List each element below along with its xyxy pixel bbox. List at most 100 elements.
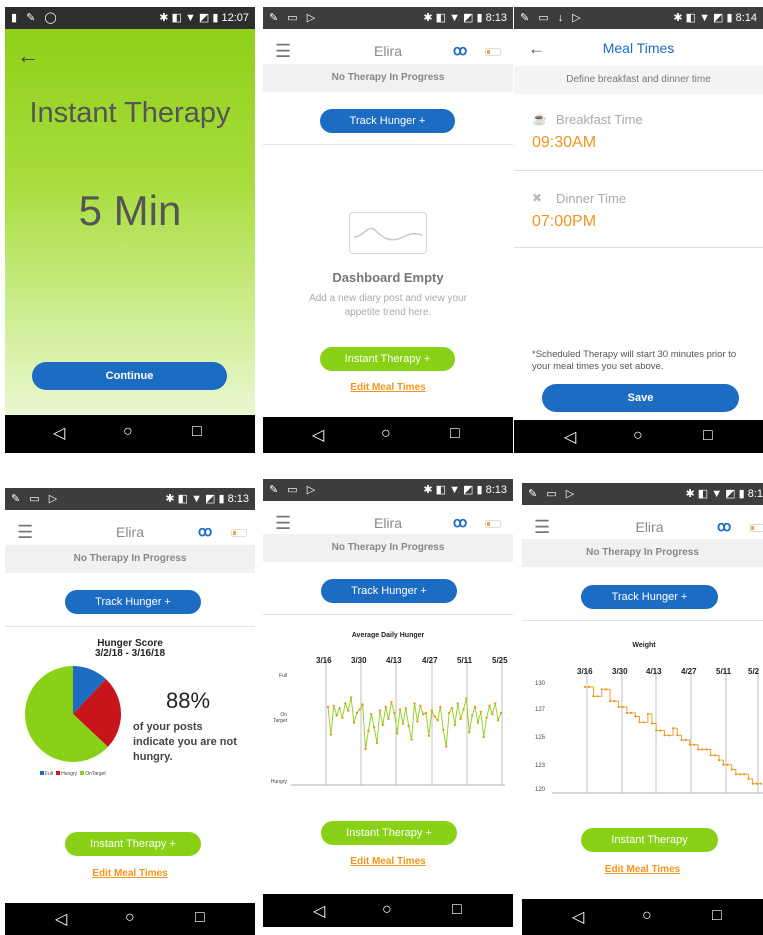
status-time: 8:13 — [227, 493, 249, 505]
device-battery-icon[interactable] — [485, 520, 501, 528]
link-icon[interactable]: ꝏ — [717, 518, 731, 535]
hunger-data-point — [476, 721, 480, 724]
track-hunger-button[interactable]: Track Hunger + — [321, 579, 457, 603]
nav-home-icon[interactable]: ○ — [381, 425, 391, 443]
legend-swatch — [40, 771, 44, 775]
hunger-data-point — [427, 734, 431, 737]
dinner-label: Dinner Time — [556, 191, 627, 206]
x-tick-label: 5/11 — [716, 667, 732, 676]
track-hunger-button[interactable]: Track Hunger + — [320, 109, 455, 133]
nav-recents-icon[interactable]: □ — [195, 909, 205, 927]
instant-therapy-button[interactable]: Instant Therapy + — [65, 832, 201, 856]
hunger-data-point — [407, 725, 410, 728]
nav-recents-icon[interactable]: □ — [703, 427, 713, 445]
nav-recents-icon[interactable]: □ — [712, 907, 722, 925]
instant-therapy-button[interactable]: Instant Therapy + — [321, 821, 457, 845]
app-title: Elira — [373, 515, 402, 531]
weight-data-point — [638, 721, 641, 724]
save-button[interactable]: Save — [542, 384, 739, 412]
nav-back-icon[interactable]: ◁ — [313, 901, 325, 921]
hunger-percent: 88% — [165, 688, 211, 713]
y-tick-label: Full — [279, 673, 287, 679]
hunger-data-point — [462, 708, 465, 711]
back-arrow-icon[interactable]: ← — [17, 43, 39, 69]
nav-home-icon[interactable]: ○ — [125, 909, 135, 927]
hunger-data-point — [364, 747, 367, 751]
status-bar: ✎ ▭ ↓ ▷ ✱ ◧ ▼ ◩ ▮ 8:14 — [514, 7, 763, 29]
hunger-data-point — [416, 720, 419, 723]
nav-home-icon[interactable]: ○ — [642, 907, 652, 925]
link-icon[interactable]: ꝏ — [453, 514, 467, 531]
hunger-data-point — [442, 728, 445, 731]
breakfast-row[interactable]: ☕ Breakfast Time 09:30AM — [514, 94, 763, 171]
hunger-data-point — [396, 732, 399, 735]
status-icons-left: ▮ ✎ ◯ — [11, 12, 60, 24]
nav-back-icon[interactable]: ◁ — [55, 909, 67, 929]
trend-line-icon — [353, 227, 423, 241]
dinner-row[interactable]: ✖ Dinner Time 07:00PM — [514, 171, 763, 248]
status-icons-right: ✱ ◧ ▼ ◩ ▮ 12:07 — [159, 12, 249, 24]
hunger-data-point — [387, 717, 390, 721]
app-title: Elira — [115, 524, 144, 540]
nav-back-icon[interactable]: ◁ — [312, 425, 324, 445]
dinner-time: 07:00PM — [532, 213, 597, 230]
therapy-duration: 5 Min — [78, 187, 182, 234]
continue-button[interactable]: Continue — [32, 362, 227, 390]
weight-series-line — [585, 686, 761, 785]
edit-meal-times-link[interactable]: Edit Meal Times — [263, 382, 513, 393]
track-hunger-button[interactable]: Track Hunger + — [581, 585, 718, 609]
legend-label: OnTarget — [85, 771, 106, 777]
status-icons-right: ✱ ◧ ▼ ◩ ▮ 8:13 — [165, 493, 249, 505]
instant-therapy-button[interactable]: Instant Therapy — [581, 828, 718, 852]
nav-recents-icon[interactable]: □ — [452, 901, 462, 919]
hunger-data-point — [499, 711, 503, 715]
weight-data-point — [667, 734, 670, 737]
device-battery-icon[interactable] — [231, 529, 247, 537]
hunger-data-point — [378, 709, 382, 712]
weight-data-point — [655, 729, 658, 732]
nav-back-icon[interactable]: ◁ — [572, 907, 584, 927]
x-tick-label: 4/13 — [646, 667, 662, 676]
hunger-data-point — [456, 702, 459, 705]
nav-back-icon[interactable]: ◁ — [53, 423, 65, 443]
nav-recents-icon[interactable]: □ — [450, 425, 460, 443]
page-title: Meal Times — [602, 40, 675, 56]
track-hunger-button[interactable]: Track Hunger + — [65, 590, 201, 614]
hunger-data-point — [355, 711, 358, 715]
link-icon[interactable]: ꝏ — [198, 523, 212, 540]
nav-back-icon[interactable]: ◁ — [564, 427, 576, 447]
link-icon[interactable]: ꝏ — [453, 42, 467, 59]
device-battery-icon[interactable] — [485, 48, 501, 56]
weight-data-point — [709, 754, 712, 757]
coffee-icon: ☕ — [532, 112, 547, 126]
status-icons-left: ✎ ▭ ▷ — [269, 12, 319, 24]
edit-meal-times-link[interactable]: Edit Meal Times — [5, 868, 255, 879]
nav-home-icon[interactable]: ○ — [633, 427, 643, 445]
weight-data-point — [663, 734, 666, 737]
hunger-data-point — [401, 722, 405, 725]
status-time: 8:13 — [485, 484, 507, 496]
x-tick-label: 4/27 — [681, 667, 697, 676]
status-icons-right: ✱ ◧ ▼ ◩ ▮ 8:1 — [685, 488, 763, 500]
nav-home-icon[interactable]: ○ — [123, 423, 133, 441]
hunger-data-point — [485, 716, 488, 719]
weight-data-point — [588, 685, 591, 688]
hunger-data-point — [381, 723, 384, 727]
edit-meal-times-link[interactable]: Edit Meal Times — [522, 864, 763, 875]
nav-recents-icon[interactable]: □ — [192, 423, 202, 441]
device-battery-icon[interactable] — [749, 524, 763, 532]
hunger-data-point — [335, 714, 338, 717]
status-time: 12:07 — [221, 12, 249, 24]
divider — [263, 144, 513, 145]
hunger-data-point — [344, 702, 347, 705]
weight-data-point — [617, 705, 620, 709]
weight-data-point — [650, 722, 654, 725]
edit-meal-times-link[interactable]: Edit Meal Times — [263, 856, 513, 867]
weight-data-point — [625, 711, 628, 714]
x-tick-label: 3/16 — [316, 656, 332, 665]
weight-data-point — [621, 705, 624, 709]
nav-home-icon[interactable]: ○ — [382, 901, 392, 919]
subtitle-strip: Define breakfast and dinner time — [514, 66, 763, 94]
instant-therapy-button[interactable]: Instant Therapy + — [320, 347, 455, 371]
x-tick-label: 5/25 — [492, 656, 508, 665]
